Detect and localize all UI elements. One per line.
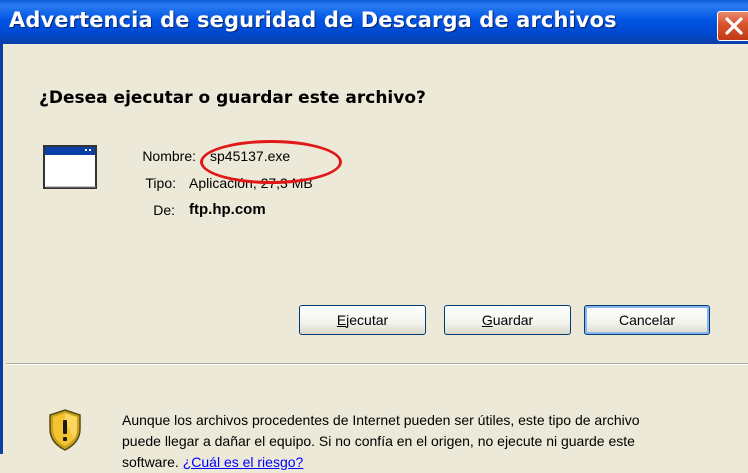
close-button[interactable] [717, 11, 748, 41]
warning-text: Aunque los archivos procedentes de Inter… [122, 410, 662, 473]
file-name-annotation-circle [200, 140, 342, 184]
application-window-icon [43, 145, 97, 189]
type-label: Tipo: [145, 175, 176, 191]
dialog-body: ¿Desea ejecutar o guardar este archivo? … [0, 44, 748, 470]
name-label: Nombre: [142, 148, 196, 164]
run-button[interactable]: Ejecutar [299, 305, 426, 335]
save-label-rest: uardar [492, 312, 534, 328]
title-bar[interactable]: Advertencia de seguridad de Descarga de … [0, 0, 748, 44]
save-mnemonic: G [481, 312, 493, 328]
window-title: Advertencia de seguridad de Descarga de … [9, 8, 617, 32]
save-button[interactable]: Guardar [444, 305, 571, 335]
security-shield-warning-icon [49, 409, 81, 451]
cancel-button[interactable]: Cancelar [584, 305, 710, 335]
source-host-value: ftp.hp.com [189, 201, 266, 218]
dialog-question: ¿Desea ejecutar o guardar este archivo? [39, 88, 426, 108]
separator [6, 363, 748, 365]
risk-link[interactable]: ¿Cuál es el riesgo? [183, 454, 304, 470]
from-label: De: [153, 202, 175, 218]
run-label-rest: jecutar [346, 312, 389, 328]
cancel-label: Cancelar [618, 312, 676, 328]
close-x-icon [725, 17, 743, 35]
run-mnemonic: E [336, 312, 347, 328]
